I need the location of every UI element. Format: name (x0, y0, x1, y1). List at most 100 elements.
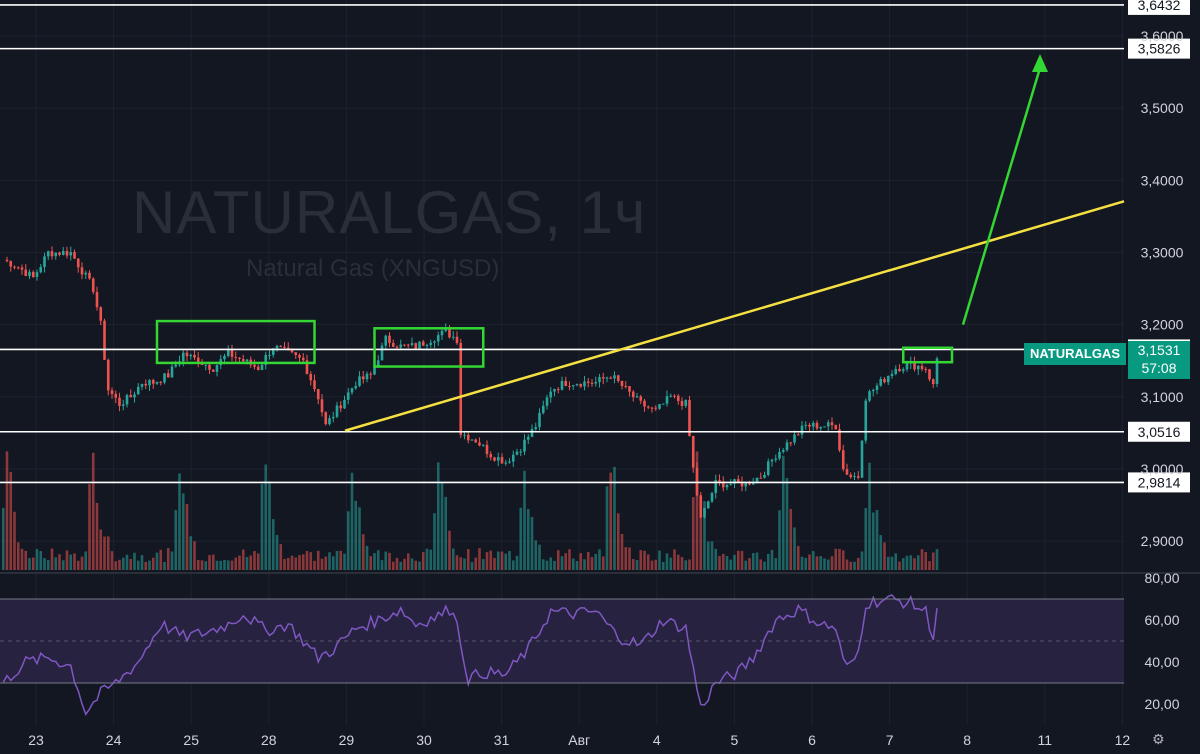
candle-body (13, 266, 16, 268)
time-axis[interactable]: 23 24 25 28 29 30 31 Авг 4 5 6 7 8 11 12 (28, 732, 1130, 748)
volume-bar (1, 507, 5, 570)
volume-bar (913, 558, 916, 570)
volume-bar (774, 557, 778, 570)
volume-bar (898, 561, 901, 570)
rsi-tick-label: 80,00 (1144, 570, 1179, 586)
volume-bar (905, 555, 909, 570)
candle-body (928, 369, 931, 380)
candle-body (65, 251, 69, 256)
price-tick-label: 3,5000 (1141, 100, 1184, 116)
volume-bar (478, 548, 481, 570)
candle-body (425, 344, 429, 346)
candle-body (699, 495, 703, 518)
candle-body (871, 389, 875, 392)
volume-bar (335, 550, 339, 570)
candle-body (808, 424, 811, 427)
candle-body (519, 451, 523, 453)
volume-bar (661, 561, 665, 570)
volume-bar (200, 560, 204, 570)
candle-body (84, 272, 88, 275)
level-label: 3,0516 (1138, 424, 1181, 440)
volume-bar (271, 519, 275, 570)
volume-bar (339, 550, 343, 570)
volume-bar (530, 517, 534, 570)
candle-body (515, 451, 519, 455)
candle-body (669, 395, 673, 397)
candle-body (414, 343, 418, 349)
volume-bar (819, 556, 823, 570)
volume-bar (680, 557, 684, 570)
volume-bar (793, 527, 796, 570)
volume-bar (489, 550, 493, 570)
volume-bar (279, 544, 283, 570)
volume-bar (241, 549, 245, 570)
volume-bar (706, 541, 710, 570)
volume-bar (466, 549, 470, 570)
volume-bar (88, 484, 91, 570)
volume-bar (253, 551, 256, 570)
volume-bar (118, 559, 121, 570)
volume-bar (519, 507, 523, 570)
time-tick-label: 28 (261, 732, 277, 748)
volume-bar (575, 561, 579, 570)
candle-body (403, 344, 406, 346)
volume-bar (166, 548, 170, 570)
volume-bar (140, 555, 144, 570)
volume-bar (538, 544, 541, 570)
volume-bar (170, 551, 174, 570)
volume-bar (196, 559, 200, 570)
candle-body (155, 381, 159, 384)
rsi-tick-label: 60,00 (1144, 612, 1179, 628)
candle-body (478, 442, 481, 446)
volume-bar (631, 559, 635, 570)
candle-body (245, 359, 249, 362)
time-tick-label: Авг (568, 732, 590, 748)
bar-countdown: 57:08 (1141, 360, 1177, 376)
volume-bar (931, 552, 935, 570)
candle-body (451, 336, 455, 338)
volume-bar (823, 558, 826, 570)
candle-body (463, 434, 466, 436)
candle-body (369, 373, 373, 375)
price-chart[interactable]: 3,64323,58263,16573,05162,9814 3,60003,5… (0, 0, 1200, 754)
volume-bar (84, 551, 88, 570)
candle-body (260, 364, 264, 371)
candle-body (676, 395, 680, 401)
volume-bar (414, 560, 418, 570)
volume-bar (305, 550, 309, 570)
candle-body (421, 341, 425, 346)
candle-body (166, 373, 170, 378)
volume-bar (189, 536, 193, 570)
price-tick-label: 3,1000 (1141, 389, 1184, 405)
candle-body (170, 366, 174, 378)
candle-body (455, 336, 459, 343)
volume-bar (766, 553, 770, 570)
candle-body (46, 251, 50, 257)
volume-bar (410, 558, 414, 570)
volume-bar (358, 507, 361, 570)
volume-bar (571, 558, 575, 570)
candle-body (759, 477, 763, 479)
volume-bar (916, 555, 920, 570)
candle-body (335, 405, 339, 417)
price-axis[interactable]: 3,6000 3,5000 3,4000 3,3000 3,2000 3,1000 3,00… (1141, 28, 1184, 549)
volume-bar (620, 533, 624, 570)
volume-bar (763, 561, 766, 570)
volume-bar (226, 560, 230, 570)
volume-bar (676, 554, 680, 570)
volume-bar (365, 545, 369, 570)
volume-bar (316, 550, 320, 570)
gear-icon[interactable]: ⚙ (1152, 732, 1165, 748)
volume-bar (796, 545, 800, 570)
volume-bar (343, 553, 346, 570)
volume-bar (451, 548, 455, 570)
volume-bar (500, 551, 504, 570)
candle-body (523, 439, 526, 452)
rsi-tick-label: 20,00 (1144, 696, 1179, 712)
candle-body (204, 364, 208, 366)
volume-bar (560, 556, 564, 570)
candle-body (530, 429, 534, 437)
price-tick-label: 3,2000 (1141, 317, 1184, 333)
volume-bar (39, 550, 43, 570)
candle-body (380, 345, 384, 361)
